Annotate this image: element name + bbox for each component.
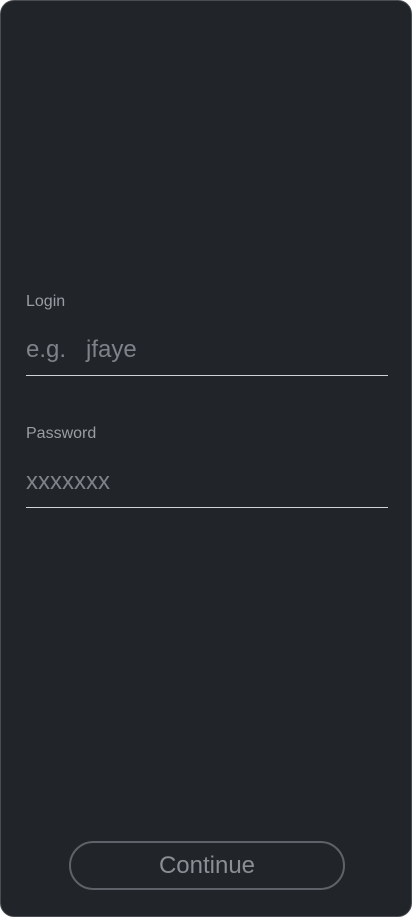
password-field: Password [26, 424, 388, 508]
login-label: Login [26, 293, 66, 310]
login-input[interactable] [26, 312, 388, 376]
login-screen: Login Password Continue [0, 0, 412, 917]
password-label: Password [26, 425, 97, 442]
continue-button[interactable]: Continue [69, 841, 345, 890]
password-input[interactable] [26, 444, 388, 508]
login-field: Login [26, 292, 388, 376]
